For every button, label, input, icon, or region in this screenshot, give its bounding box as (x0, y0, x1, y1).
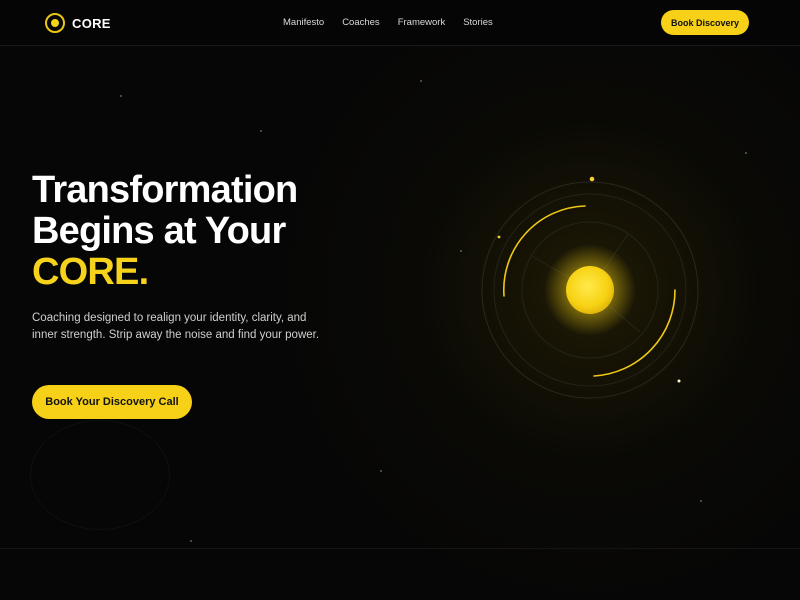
landing-page: CORE Manifesto Coaches Framework Stories… (0, 0, 800, 600)
nav-item-framework[interactable]: Framework (398, 17, 446, 28)
hero-title-line-2: Begins at Your (32, 210, 286, 252)
brand-name: CORE (72, 15, 111, 31)
logo[interactable]: CORE (45, 13, 111, 33)
site-header: CORE Manifesto Coaches Framework Stories… (0, 0, 800, 46)
hero-title-line-1: Transformation (32, 169, 298, 211)
nav-item-manifesto[interactable]: Manifesto (283, 17, 324, 28)
target-circle-icon (45, 13, 65, 33)
section-divider (0, 548, 800, 549)
book-discovery-button[interactable]: Book Discovery (661, 10, 749, 35)
nav-item-stories[interactable]: Stories (463, 17, 493, 28)
nav-item-coaches[interactable]: Coaches (342, 17, 380, 28)
hero-title-accent: CORE. (32, 251, 149, 293)
hero-title: Transformation Begins at Your CORE. (32, 170, 352, 293)
decorative-ring (30, 420, 170, 530)
main-nav: Manifesto Coaches Framework Stories (283, 17, 493, 28)
hero-subtitle: Coaching designed to realign your identi… (32, 312, 320, 341)
glowing-sun-orbit-icon (481, 176, 699, 399)
book-discovery-call-button[interactable]: Book Your Discovery Call (32, 385, 192, 419)
